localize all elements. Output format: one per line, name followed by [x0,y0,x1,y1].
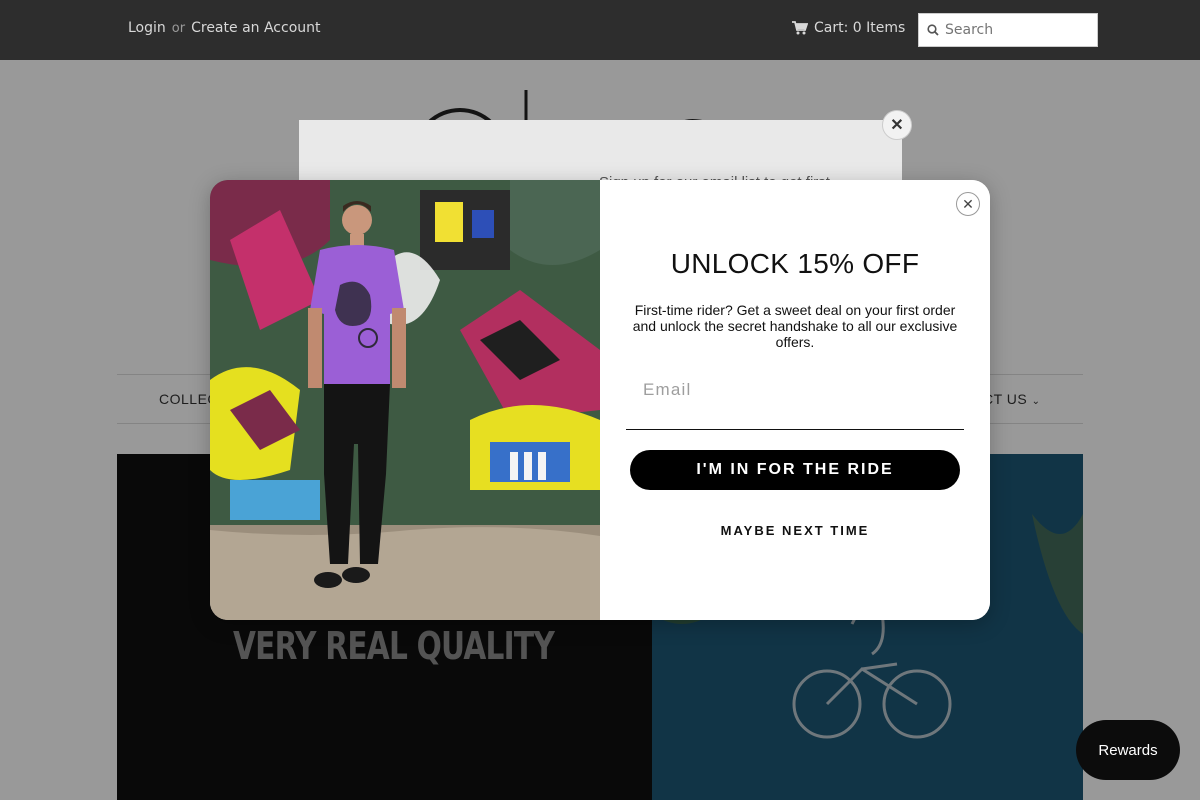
cart-label: Cart: 0 Items [814,20,906,36]
popup-close-button[interactable]: ✕ [956,192,980,216]
subscribe-button[interactable]: I'M IN FOR THE RIDE [630,450,960,490]
cart-icon [792,21,808,35]
search-input[interactable] [945,22,1095,38]
background-popup-close-button[interactable]: ✕ [882,110,912,140]
rewards-button[interactable]: Rewards [1076,720,1180,780]
create-account-link[interactable]: Create an Account [191,20,320,36]
cart-link[interactable]: Cart: 0 Items [792,20,905,36]
popup-title: UNLOCK 15% OFF [670,248,920,279]
popup-form-panel: ✕ UNLOCK 15% OFF First-time rider? Get a… [600,180,990,620]
email-input[interactable] [626,370,964,410]
discount-popup: ✕ UNLOCK 15% OFF First-time rider? Get a… [210,180,990,620]
account-links: Login or Create an Account [128,20,321,36]
search-icon [927,24,939,36]
or-separator: or [171,21,186,36]
top-bar: Login or Create an Account Cart: 0 Items [0,0,1200,60]
search-box[interactable] [918,13,1098,47]
close-icon: ✕ [962,195,974,212]
close-icon: ✕ [890,117,904,134]
login-link[interactable]: Login [128,20,166,36]
email-field-wrapper [626,370,964,430]
popup-description: First-time rider? Get a sweet deal on yo… [632,302,958,350]
popup-photo [210,180,600,620]
maybe-next-time-button[interactable]: MAYBE NEXT TIME [600,523,990,538]
